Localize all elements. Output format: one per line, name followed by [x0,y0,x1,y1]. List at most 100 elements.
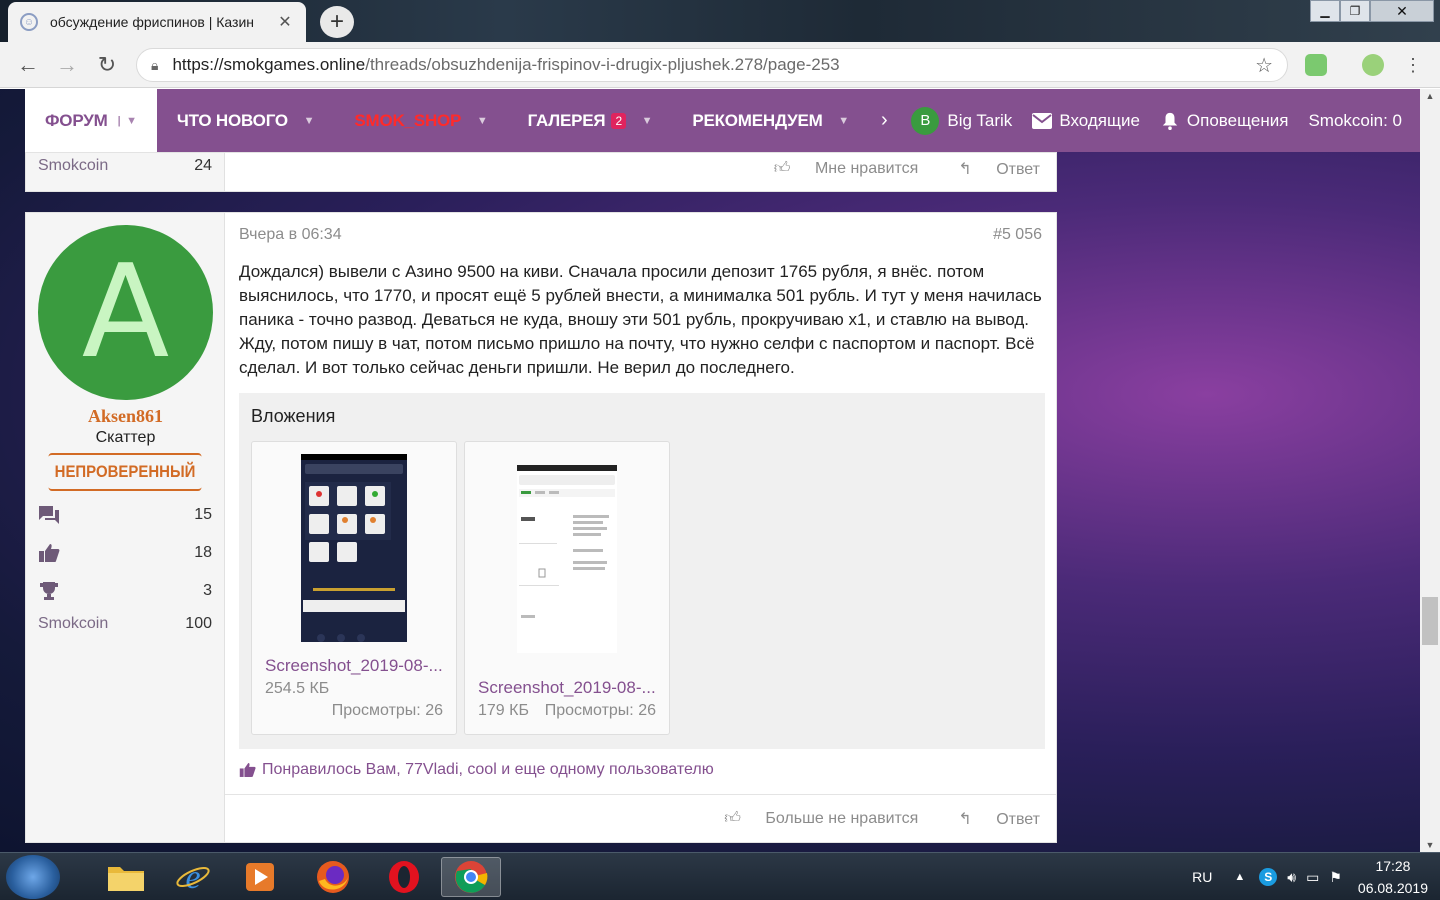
profile-icon[interactable] [1362,54,1384,76]
new-tab-button[interactable]: + [320,6,354,38]
tray-expand-icon[interactable]: ▲ [1234,871,1245,883]
extension-icon[interactable] [1305,54,1327,76]
action-center-flag-icon[interactable]: ⚑ [1329,869,1342,886]
scroll-down-arrow-icon[interactable]: ▼ [1420,840,1440,850]
attachments-block: Вложения Screenshot_2019-08-... 254.5 КБ… [239,393,1045,749]
account-link[interactable]: B Big Tarik [911,106,1012,135]
attachments-title: Вложения [251,406,336,426]
forum-post: A Aksen861 Скаттер НЕПРОВЕРЕННЫЙ 15 18 3… [25,212,1057,843]
author-avatar[interactable]: A [38,225,213,400]
skype-icon[interactable]: S [1259,868,1278,886]
taskbar-clock[interactable]: 17:28 06.08.2019 [1358,855,1428,899]
trophy-icon [40,582,58,600]
inbox-link[interactable]: Входящие [1032,111,1140,131]
attachment-thumbnail[interactable] [517,465,617,653]
smokcoin-link[interactable]: Smokcoin: 0 [1308,111,1402,131]
attachment-views: Просмотры: 26 [544,702,656,719]
nav-more-arrow-icon[interactable]: › [869,89,899,152]
thumbs-up-icon: 👍︎ [724,810,741,827]
smokcoin-stat: Smokcoin 100 [38,615,212,632]
likes-stat: 18 [38,543,212,563]
attachment-size: 254.5 КБ [265,680,330,697]
scrollbar-thumb[interactable] [1422,597,1438,645]
messages-stat: 15 [38,505,212,525]
menu-dots-icon[interactable]: ⋮ [1398,50,1428,80]
trophies-stat: 3 [38,581,212,601]
internet-explorer-icon[interactable]: e [165,857,221,897]
attachment-thumbnail[interactable] [301,454,407,642]
post-number[interactable]: #5 056 [993,226,1042,244]
nav-forum[interactable]: ФОРУМ | ▼ [25,89,157,152]
back-arrow-icon[interactable]: ← [13,50,43,80]
chevron-down-icon[interactable]: ▼ [471,115,488,127]
user-avatar: B [911,106,940,135]
reply-button[interactable]: ↰ Ответ [938,809,1040,829]
thumbs-up-icon [239,763,256,777]
post-meta: Вчера в 06:34 #5 056 [239,226,1042,244]
reply-button[interactable]: ↰ Ответ [938,159,1040,179]
windows-taskbar: e RU ▲ S 🔊︎ ▭ ⚑ 17:28 06.08.2019 [0,852,1440,900]
gallery-badge: 2 [611,112,626,129]
site-favicon-icon: ☺ [20,13,38,31]
language-indicator[interactable]: RU [1192,869,1212,885]
post-body: Дождался) вывели с Азино 9500 на киви. С… [239,262,1042,377]
url-text[interactable]: https://smokgames.online/threads/obsuzhd… [172,55,1255,75]
unlike-button[interactable]: 👍︎ Больше не нравится [704,809,918,829]
firefox-icon[interactable] [305,857,361,897]
like-button[interactable]: 👍︎ Мне нравится [754,159,919,179]
alerts-link[interactable]: Оповещения [1160,111,1288,131]
scroll-up-arrow-icon[interactable]: ▲ [1420,91,1440,101]
post-actions: 👍︎ Больше не нравится ↰ Ответ [684,809,1040,829]
author-username[interactable]: Aksen861 [26,406,225,427]
chevron-down-icon[interactable]: ▼ [636,115,653,127]
opera-icon[interactable] [376,857,432,897]
post-date[interactable]: Вчера в 06:34 [239,226,342,244]
window-controls: ▁ ❐ ✕ [1310,0,1434,22]
forward-arrow-icon[interactable]: → [52,50,82,80]
attachment-card[interactable]: Screenshot_2019-08-... 254.5 КБ Просмотр… [251,441,457,735]
reply-arrow-icon: ↰ [958,161,972,178]
media-player-icon[interactable] [232,857,288,897]
browser-tabstrip: ☺ обсуждение фриспинов | Казин ✕ + ▁ ❐ ✕ [0,0,1440,42]
reload-icon[interactable]: ↻ [92,50,122,80]
attachment-views: Просмотры: 26 [331,702,443,719]
start-button[interactable] [6,855,60,899]
tab-close-icon[interactable]: ✕ [276,12,294,32]
minimize-button[interactable]: ▁ [1310,0,1340,22]
network-icon[interactable]: ▭ [1306,869,1319,886]
bell-icon [1162,112,1178,130]
clock-time: 17:28 [1375,858,1411,874]
thumbs-up-icon: 👍︎ [773,160,791,177]
thumbs-up-icon [39,544,60,562]
previous-post-sidebar: Smokcoin 24 [26,153,225,191]
nav-recommended[interactable]: РЕКОМЕНДУЕМ ▼ [672,89,869,152]
envelope-icon [1032,112,1053,129]
chrome-icon[interactable] [441,857,501,897]
attachment-card[interactable]: Screenshot_2019-08-... 179 КБ Просмотры:… [464,441,670,735]
likes-summary[interactable]: Понравилось Вам, 77Vladi, cool и еще одн… [239,761,714,779]
attachment-filename[interactable]: Screenshot_2019-08-... [478,678,656,698]
nav-whats-new[interactable]: ЧТО НОВОГО ▼ [157,89,334,152]
previous-post: Smokcoin 24 👍︎ Мне нравится ↰ Ответ [25,152,1057,192]
address-bar[interactable]: 🔒︎ https://smokgames.online/threads/obsu… [136,48,1288,82]
chevron-down-icon[interactable]: ▼ [298,115,315,127]
volume-icon[interactable]: 🔊︎ [1287,869,1296,886]
page-content: ФОРУМ | ▼ ЧТО НОВОГО ▼ SMOK_SHOP ▼ ГАЛЕРЕ… [0,89,1420,852]
messages-icon [39,506,59,524]
maximize-button[interactable]: ❐ [1340,0,1370,22]
post-author-sidebar: A Aksen861 Скаттер НЕПРОВЕРЕННЫЙ 15 18 3… [26,213,225,842]
chevron-down-icon[interactable]: ▼ [833,115,849,127]
site-navigation: ФОРУМ | ▼ ЧТО НОВОГО ▼ SMOK_SHOP ▼ ГАЛЕРЕ… [25,89,1420,152]
attachment-filename[interactable]: Screenshot_2019-08-... [265,656,443,676]
browser-tab[interactable]: ☺ обсуждение фриспинов | Казин ✕ [8,2,306,42]
tab-title: обсуждение фриспинов | Казин [50,14,255,30]
close-window-button[interactable]: ✕ [1370,0,1434,22]
chevron-down-icon[interactable]: | ▼ [118,115,137,127]
previous-smokcoin-stat: Smokcoin 24 [38,157,212,174]
nav-shop[interactable]: SMOK_SHOP ▼ [334,89,507,152]
attachment-size: 179 КБ [478,702,529,719]
bookmark-star-icon[interactable]: ☆ [1255,53,1273,78]
page-scrollbar[interactable]: ▲ ▼ [1420,89,1440,852]
explorer-folder-icon[interactable] [98,857,154,897]
nav-gallery[interactable]: ГАЛЕРЕЯ 2 ▼ [508,89,673,152]
